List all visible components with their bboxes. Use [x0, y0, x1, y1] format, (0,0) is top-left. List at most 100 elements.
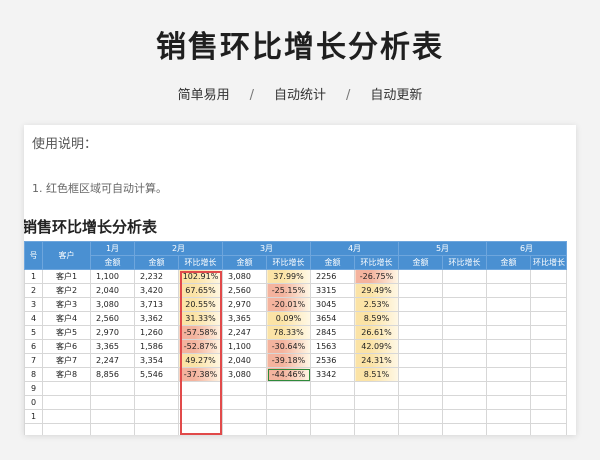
- empty-cell[interactable]: [90, 423, 135, 435]
- growth-cell[interactable]: 49.27%: [178, 353, 223, 368]
- empty-cell[interactable]: [442, 283, 487, 298]
- customer-cell[interactable]: 客户5: [42, 325, 91, 340]
- empty-cell[interactable]: [134, 409, 179, 424]
- row-index[interactable]: [24, 423, 43, 435]
- empty-cell[interactable]: [398, 381, 443, 396]
- row-index[interactable]: 9: [24, 381, 43, 396]
- empty-cell[interactable]: [310, 395, 355, 410]
- growth-cell[interactable]: 102.91%: [178, 269, 223, 284]
- row-index[interactable]: 2: [24, 283, 43, 298]
- growth-cell[interactable]: 2.53%: [354, 297, 399, 312]
- amount-cell[interactable]: 2,040: [90, 283, 135, 298]
- growth-cell[interactable]: -44.46%: [266, 367, 311, 382]
- growth-cell[interactable]: 8.51%: [354, 367, 399, 382]
- empty-cell[interactable]: [398, 283, 443, 298]
- customer-cell[interactable]: 客户8: [42, 367, 91, 382]
- amount-cell[interactable]: 1563: [310, 339, 355, 354]
- empty-cell[interactable]: [442, 311, 487, 326]
- empty-cell[interactable]: [398, 353, 443, 368]
- empty-cell[interactable]: [310, 423, 355, 435]
- empty-cell[interactable]: [354, 423, 399, 435]
- empty-cell[interactable]: [530, 353, 567, 368]
- amount-cell[interactable]: 3315: [310, 283, 355, 298]
- empty-cell[interactable]: [530, 311, 567, 326]
- amount-cell[interactable]: 2,560: [90, 311, 135, 326]
- empty-cell[interactable]: [398, 409, 443, 424]
- empty-cell[interactable]: [398, 269, 443, 284]
- empty-cell[interactable]: [42, 381, 91, 396]
- growth-cell[interactable]: 78.33%: [266, 325, 311, 340]
- empty-cell[interactable]: [486, 339, 531, 354]
- empty-cell[interactable]: [90, 409, 135, 424]
- empty-cell[interactable]: [442, 325, 487, 340]
- growth-cell[interactable]: -39.18%: [266, 353, 311, 368]
- empty-cell[interactable]: [530, 297, 567, 312]
- empty-cell[interactable]: [530, 367, 567, 382]
- empty-cell[interactable]: [442, 423, 487, 435]
- empty-cell[interactable]: [310, 409, 355, 424]
- amount-cell[interactable]: 3,362: [134, 311, 179, 326]
- empty-cell[interactable]: [530, 339, 567, 354]
- empty-cell[interactable]: [134, 381, 179, 396]
- empty-cell[interactable]: [486, 325, 531, 340]
- amount-cell[interactable]: 2256: [310, 269, 355, 284]
- empty-cell[interactable]: [442, 409, 487, 424]
- empty-cell[interactable]: [486, 297, 531, 312]
- empty-cell[interactable]: [398, 395, 443, 410]
- amount-cell[interactable]: 1,100: [90, 269, 135, 284]
- row-index[interactable]: 8: [24, 367, 43, 382]
- empty-cell[interactable]: [42, 395, 91, 410]
- empty-cell[interactable]: [442, 367, 487, 382]
- empty-cell[interactable]: [222, 381, 267, 396]
- growth-cell[interactable]: 67.65%: [178, 283, 223, 298]
- empty-cell[interactable]: [486, 423, 531, 435]
- empty-cell[interactable]: [398, 339, 443, 354]
- growth-cell[interactable]: 24.31%: [354, 353, 399, 368]
- customer-cell[interactable]: 客户6: [42, 339, 91, 354]
- empty-cell[interactable]: [442, 395, 487, 410]
- empty-cell[interactable]: [530, 283, 567, 298]
- empty-cell[interactable]: [442, 353, 487, 368]
- amount-cell[interactable]: 1,586: [134, 339, 179, 354]
- amount-cell[interactable]: 3654: [310, 311, 355, 326]
- empty-cell[interactable]: [178, 395, 223, 410]
- amount-cell[interactable]: 2845: [310, 325, 355, 340]
- row-index[interactable]: 3: [24, 297, 43, 312]
- empty-cell[interactable]: [354, 381, 399, 396]
- empty-cell[interactable]: [134, 423, 179, 435]
- growth-cell[interactable]: -26.75%: [354, 269, 399, 284]
- empty-cell[interactable]: [486, 353, 531, 368]
- empty-cell[interactable]: [90, 381, 135, 396]
- empty-cell[interactable]: [530, 269, 567, 284]
- empty-cell[interactable]: [530, 395, 567, 410]
- amount-cell[interactable]: 3,420: [134, 283, 179, 298]
- growth-cell[interactable]: -57.58%: [178, 325, 223, 340]
- empty-cell[interactable]: [42, 423, 91, 435]
- empty-cell[interactable]: [354, 395, 399, 410]
- amount-cell[interactable]: 2536: [310, 353, 355, 368]
- empty-cell[interactable]: [486, 283, 531, 298]
- amount-cell[interactable]: 1,100: [222, 339, 267, 354]
- empty-cell[interactable]: [134, 395, 179, 410]
- empty-cell[interactable]: [354, 409, 399, 424]
- empty-cell[interactable]: [398, 311, 443, 326]
- empty-cell[interactable]: [486, 395, 531, 410]
- empty-cell[interactable]: [178, 409, 223, 424]
- amount-cell[interactable]: 2,970: [222, 297, 267, 312]
- empty-cell[interactable]: [266, 409, 311, 424]
- empty-cell[interactable]: [90, 395, 135, 410]
- amount-cell[interactable]: 1,260: [134, 325, 179, 340]
- growth-cell[interactable]: 29.49%: [354, 283, 399, 298]
- empty-cell[interactable]: [530, 409, 567, 424]
- empty-cell[interactable]: [486, 409, 531, 424]
- growth-cell[interactable]: -25.15%: [266, 283, 311, 298]
- row-index[interactable]: 4: [24, 311, 43, 326]
- amount-cell[interactable]: 3,365: [90, 339, 135, 354]
- growth-cell[interactable]: -52.87%: [178, 339, 223, 354]
- empty-cell[interactable]: [486, 381, 531, 396]
- growth-cell[interactable]: 20.55%: [178, 297, 223, 312]
- empty-cell[interactable]: [486, 269, 531, 284]
- amount-cell[interactable]: 3,080: [222, 367, 267, 382]
- amount-cell[interactable]: 8,856: [90, 367, 135, 382]
- amount-cell[interactable]: 3,713: [134, 297, 179, 312]
